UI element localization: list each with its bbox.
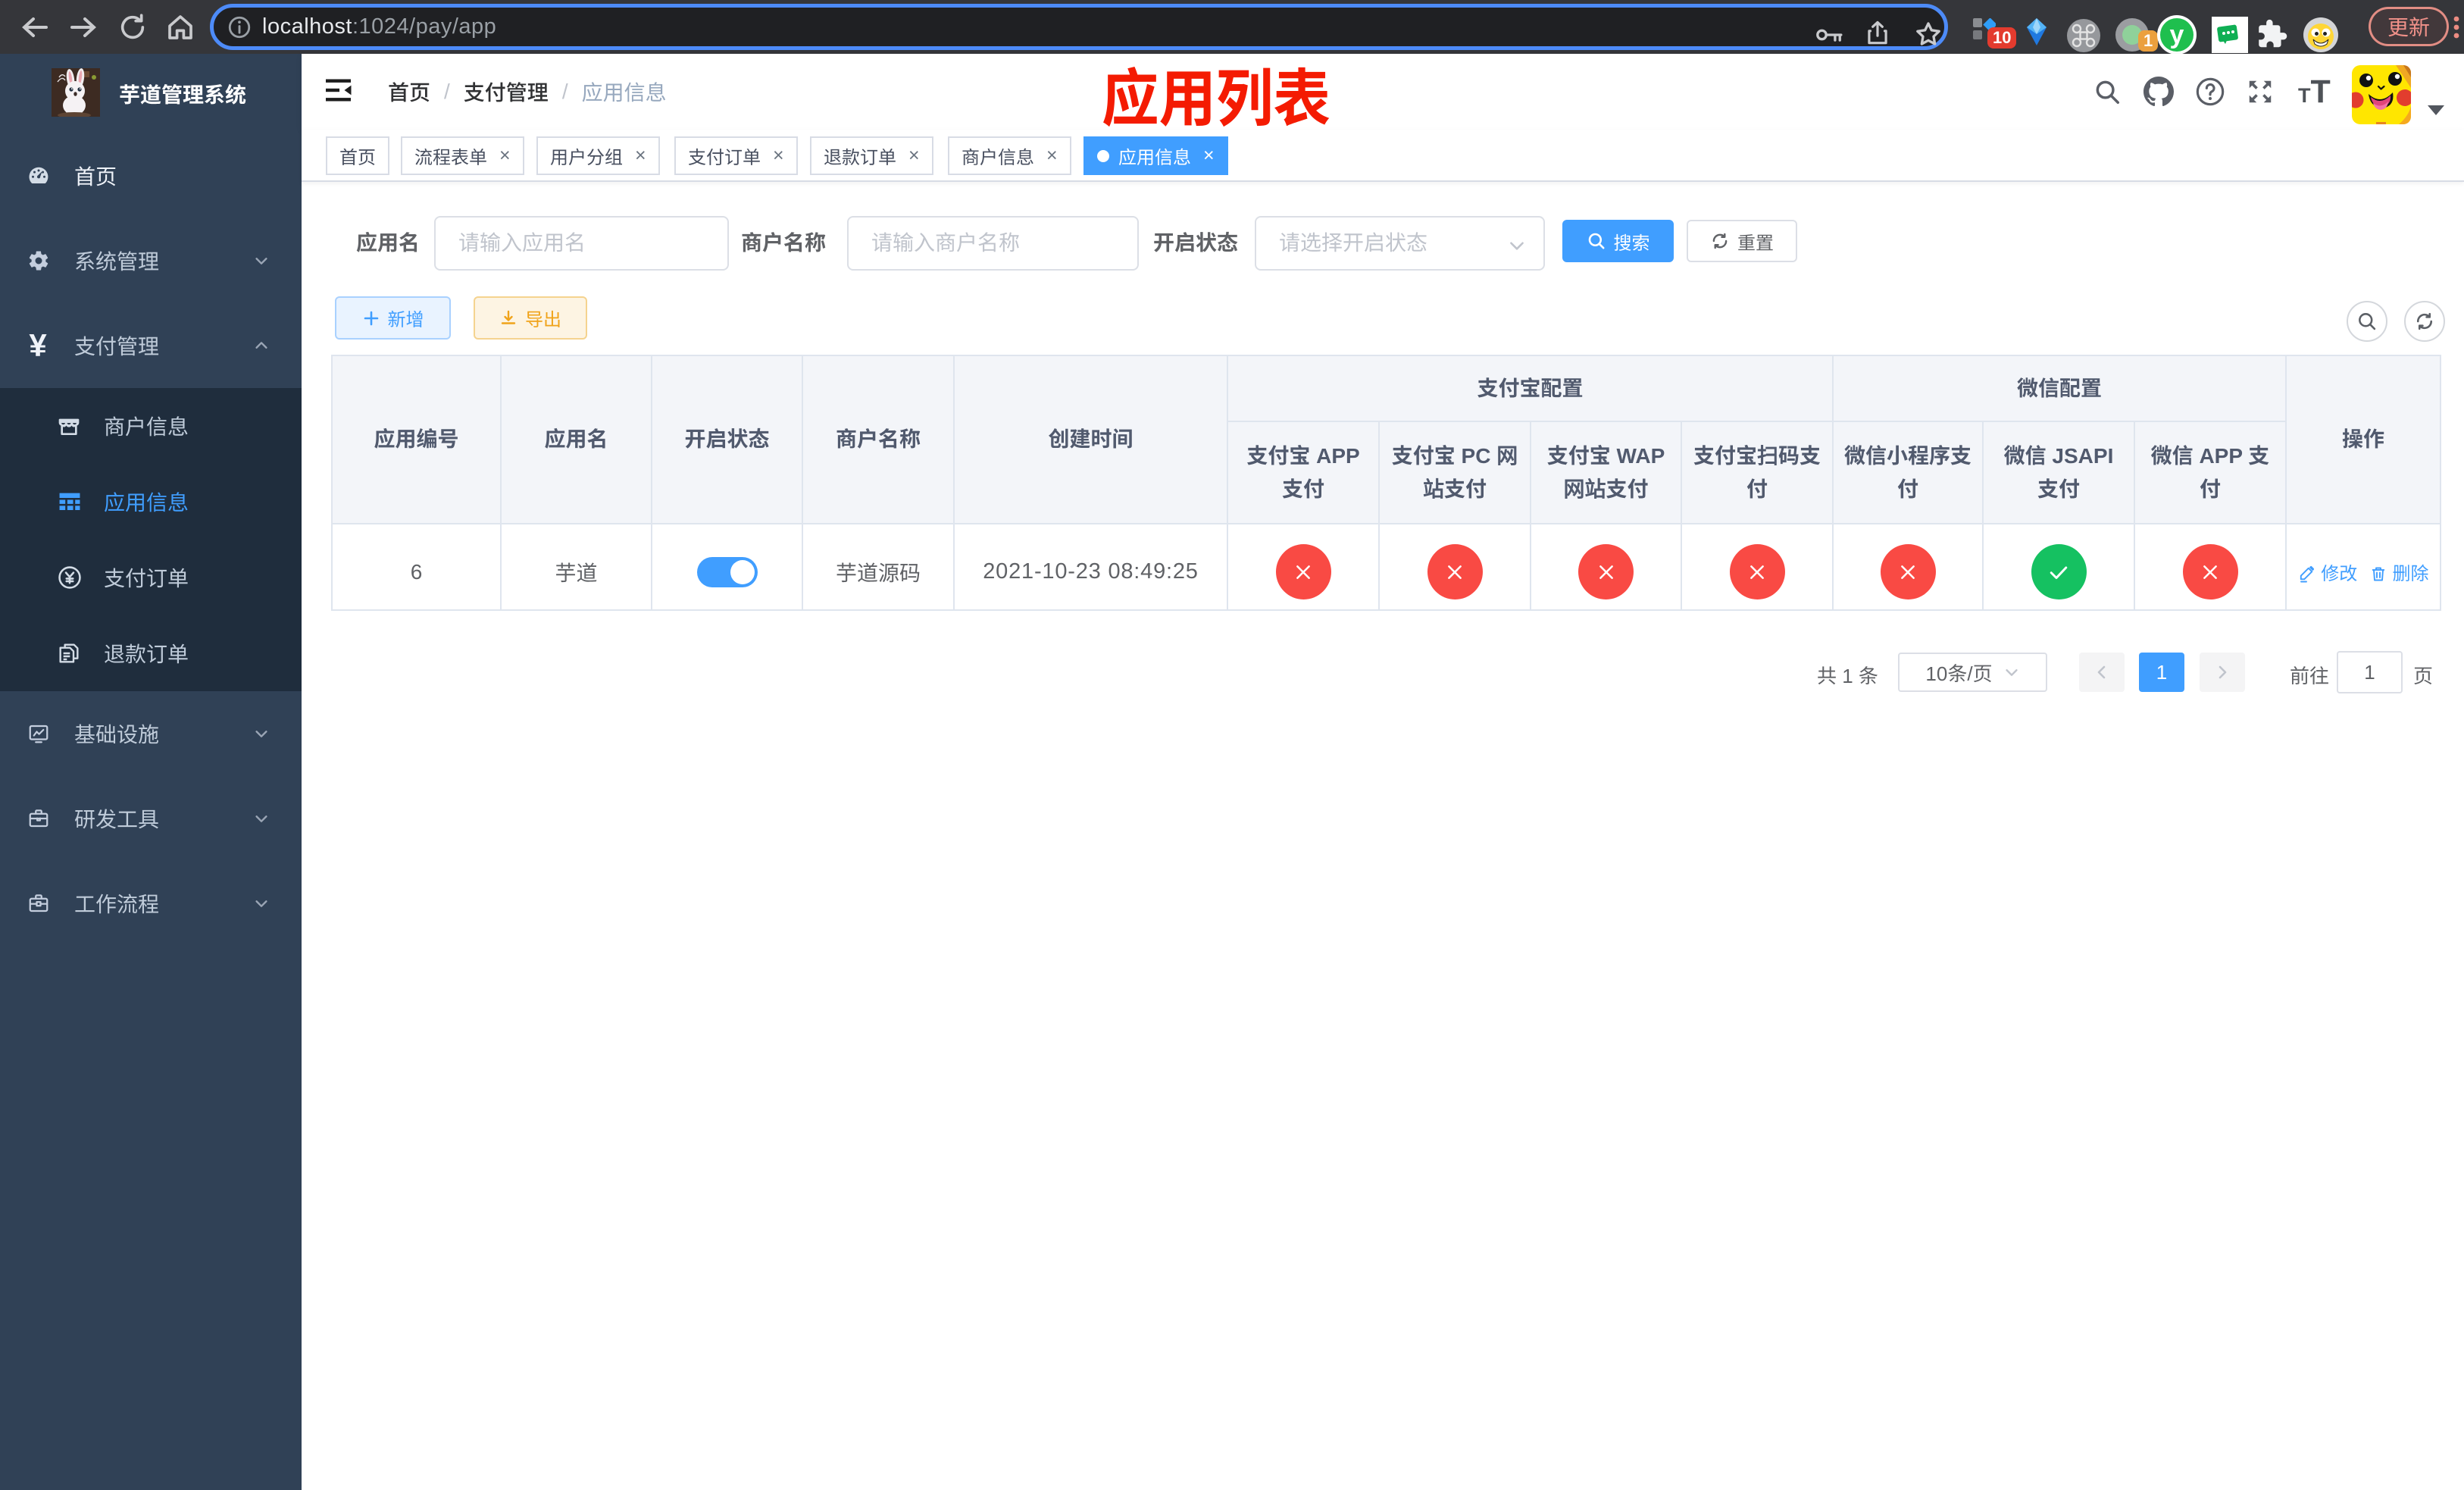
svg-text:y: y <box>2170 20 2184 49</box>
